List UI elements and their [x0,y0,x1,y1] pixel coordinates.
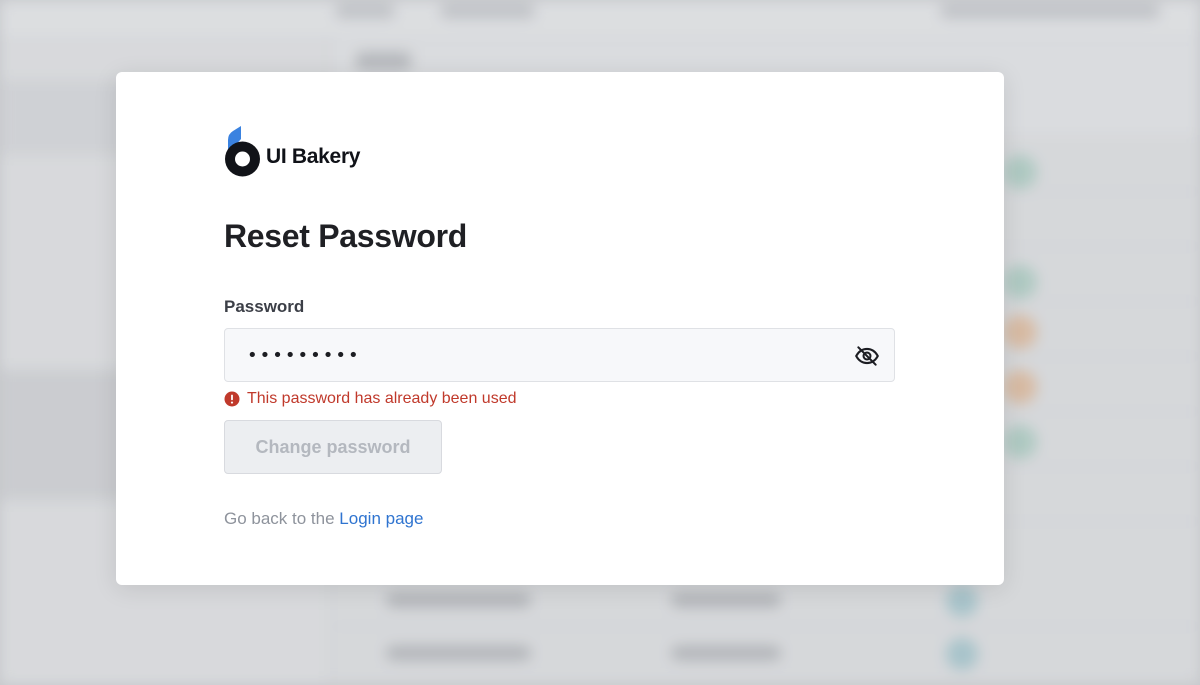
password-error: This password has already been used [224,388,517,410]
eye-off-icon[interactable] [854,343,880,369]
error-message: This password has already been used [247,390,517,407]
password-label: Password [224,297,305,316]
ui-bakery-logo-icon [225,126,260,177]
back-to-login: Go back to the Login page [224,509,423,529]
brand-name: UI Bakery [266,145,361,168]
page-title: Reset Password [224,218,468,254]
brand-logo: UI Bakery [224,126,361,178]
change-password-button[interactable]: Change password [224,420,442,474]
alert-circle-icon [224,391,240,407]
back-prefix-text: Go back to the [224,509,340,528]
login-page-link[interactable]: Login page [339,509,423,528]
password-input[interactable] [225,329,845,381]
password-field [224,328,895,382]
reset-password-modal: UI Bakery Reset Password Password This p… [116,72,1004,585]
